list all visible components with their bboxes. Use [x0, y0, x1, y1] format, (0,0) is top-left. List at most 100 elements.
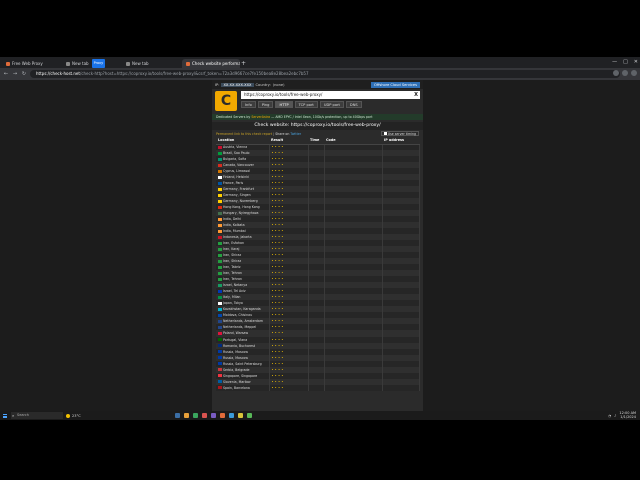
flag-icon: [218, 157, 222, 161]
check-type-button[interactable]: DNS: [345, 101, 362, 108]
location-name[interactable]: Germany, Nuremberg: [223, 199, 258, 203]
location-name[interactable]: Kazakhstan, Karaganda: [223, 307, 261, 311]
code-cell: [324, 384, 383, 391]
menu-icon[interactable]: [631, 70, 637, 76]
location-name[interactable]: Portugal, Viana: [223, 338, 247, 342]
taskbar-app-icon[interactable]: [219, 413, 225, 418]
clear-input-button[interactable]: X: [412, 91, 420, 99]
url-path: /check-http?host=https://coproxy.io/tool…: [79, 71, 309, 76]
close-icon[interactable]: ✕: [634, 57, 638, 68]
location-name[interactable]: Iran, Tabriz: [223, 265, 241, 269]
host-input[interactable]: https://coproxy.io/tools/free-web-proxy/: [241, 91, 412, 99]
column-header-location[interactable]: Location: [216, 137, 269, 145]
location-name[interactable]: Austria, Vienna: [223, 145, 247, 149]
new-tab-button[interactable]: +: [240, 59, 247, 68]
check-type-button-selected[interactable]: HTTP: [275, 101, 293, 108]
location-name[interactable]: Russia, Saint Petersburg: [223, 362, 262, 366]
taskbar-app-icon[interactable]: [237, 413, 243, 418]
location-name[interactable]: Hungary, Nyiregyhaza: [223, 211, 259, 215]
location-name[interactable]: Cyprus, Limassol: [223, 169, 250, 173]
location-name[interactable]: Iran, Karaj: [223, 247, 239, 251]
location-name[interactable]: Netherlands, Amsterdam: [223, 319, 263, 323]
checkbox[interactable]: [383, 132, 387, 135]
clock[interactable]: 12:00 AM 1/1/2024: [619, 411, 636, 419]
check-type-button[interactable]: Info: [241, 101, 256, 108]
back-icon[interactable]: ←: [3, 71, 9, 77]
location-name[interactable]: Romania, Bucharest: [223, 344, 255, 348]
browser-tab[interactable]: New tab Proxy: [62, 59, 120, 68]
location-name[interactable]: Iran, Tehran: [223, 277, 242, 281]
taskbar-app-icon[interactable]: [246, 413, 252, 418]
location-name[interactable]: Iran, Tehran: [223, 271, 242, 275]
share-twitter-link[interactable]: Twitter: [290, 132, 301, 136]
taskbar-app-icon[interactable]: [201, 413, 207, 418]
check-type-button[interactable]: TCP port: [294, 101, 318, 108]
location-name[interactable]: Bulgaria, Sofia: [223, 157, 246, 161]
location-name[interactable]: Serbia, Belgrade: [223, 368, 250, 372]
site-logo[interactable]: C: [215, 91, 237, 111]
maximize-icon[interactable]: □: [623, 57, 628, 68]
start-button[interactable]: [3, 413, 7, 418]
location-name[interactable]: Brazil, Sao Paulo: [223, 151, 249, 155]
network-icon[interactable]: ◔: [608, 414, 611, 418]
location-name[interactable]: Slovenia, Maribor: [223, 380, 251, 384]
location-name[interactable]: Hong Kong, Hong Kong: [223, 205, 260, 209]
location-name[interactable]: Israel, Netanya: [223, 283, 247, 287]
location-name[interactable]: Netherlands, Meppel: [223, 325, 256, 329]
location-name[interactable]: Finland, Helsinki: [223, 175, 249, 179]
taskbar-search[interactable]: Search: [11, 412, 63, 419]
taskbar-app-icon[interactable]: [228, 413, 234, 418]
location-name[interactable]: Germany, Frankfurt: [223, 187, 254, 191]
location-name[interactable]: Iran, Shiraz: [223, 259, 241, 263]
extension-icon[interactable]: [613, 70, 619, 76]
location-name[interactable]: Italy, Milan: [223, 295, 240, 299]
flag-icon: [218, 163, 222, 167]
taskbar-app-icon[interactable]: [192, 413, 198, 418]
reload-icon[interactable]: ↻: [21, 71, 27, 77]
url-field[interactable]: https://check-host.net/check-http?host=h…: [30, 70, 620, 78]
location-name[interactable]: Iran, Esfahan: [223, 241, 244, 245]
location-name[interactable]: Poland, Warsaw: [223, 331, 248, 335]
browser-tab[interactable]: New tab: [122, 59, 180, 68]
location-name[interactable]: Indonesia, Jakarta: [223, 235, 252, 239]
browser-tab-active[interactable]: Check website performance and…: [182, 59, 240, 68]
location-name[interactable]: Canada, Vancouver: [223, 163, 254, 167]
taskbar-app-icon[interactable]: [210, 413, 216, 418]
profile-icon[interactable]: [622, 70, 628, 76]
location-name[interactable]: Singapore, Singapore: [223, 374, 257, 378]
server-timing-toggle[interactable]: Use server timing: [380, 131, 419, 136]
location-name[interactable]: Israel, Tel Aviv: [223, 289, 246, 293]
permanent-link[interactable]: Permanent link to this check report: [216, 132, 272, 136]
system-tray: ◔ ♪ 12:00 AM 1/1/2024: [608, 411, 636, 419]
volume-icon[interactable]: ♪: [614, 414, 616, 418]
location-name[interactable]: Germany, Singen: [223, 193, 251, 197]
browser-tab[interactable]: Free Web Proxy: [2, 59, 60, 68]
check-type-button[interactable]: UDP port: [319, 101, 344, 108]
page-title: Check website: https://coproxy.io/tools/…: [212, 122, 423, 130]
taskbar-app-icon[interactable]: [174, 413, 180, 418]
offshore-cloud-button[interactable]: Offshore Cloud Services: [371, 81, 420, 88]
tab-group-badge[interactable]: Proxy: [91, 59, 106, 68]
location-name[interactable]: Russia, Moscow: [223, 356, 248, 360]
forward-icon[interactable]: →: [12, 71, 18, 77]
location-name[interactable]: Moldova, Chisinau: [223, 313, 252, 317]
location-name[interactable]: France, Paris: [223, 181, 243, 185]
location-name[interactable]: Russia, Moscow: [223, 350, 248, 354]
taskbar-app-icon[interactable]: [183, 413, 189, 418]
weather-widget[interactable]: 23°C: [66, 413, 81, 418]
location-cell: Spain, Barcelona: [216, 384, 270, 391]
location-name[interactable]: Japan, Tokyo: [223, 301, 243, 305]
flag-icon: [218, 283, 222, 287]
flag-icon: [218, 193, 222, 197]
column-header-ip-address: IP address: [382, 137, 419, 145]
promo-banner[interactable]: Dedicated Servers by ServerAstra — AMD E…: [212, 114, 423, 120]
location-name[interactable]: India, Delhi: [223, 217, 241, 221]
location-name[interactable]: Iran, Shiraz: [223, 253, 241, 257]
location-name[interactable]: India, Kolkata: [223, 223, 245, 227]
location-name[interactable]: India, Mumbai: [223, 229, 246, 233]
check-type-button[interactable]: Ping: [257, 101, 274, 108]
location-name[interactable]: Spain, Barcelona: [223, 386, 250, 390]
promo-brand: ServerAstra: [251, 115, 271, 119]
flag-icon: [218, 386, 222, 390]
minimize-icon[interactable]: —: [612, 57, 617, 68]
